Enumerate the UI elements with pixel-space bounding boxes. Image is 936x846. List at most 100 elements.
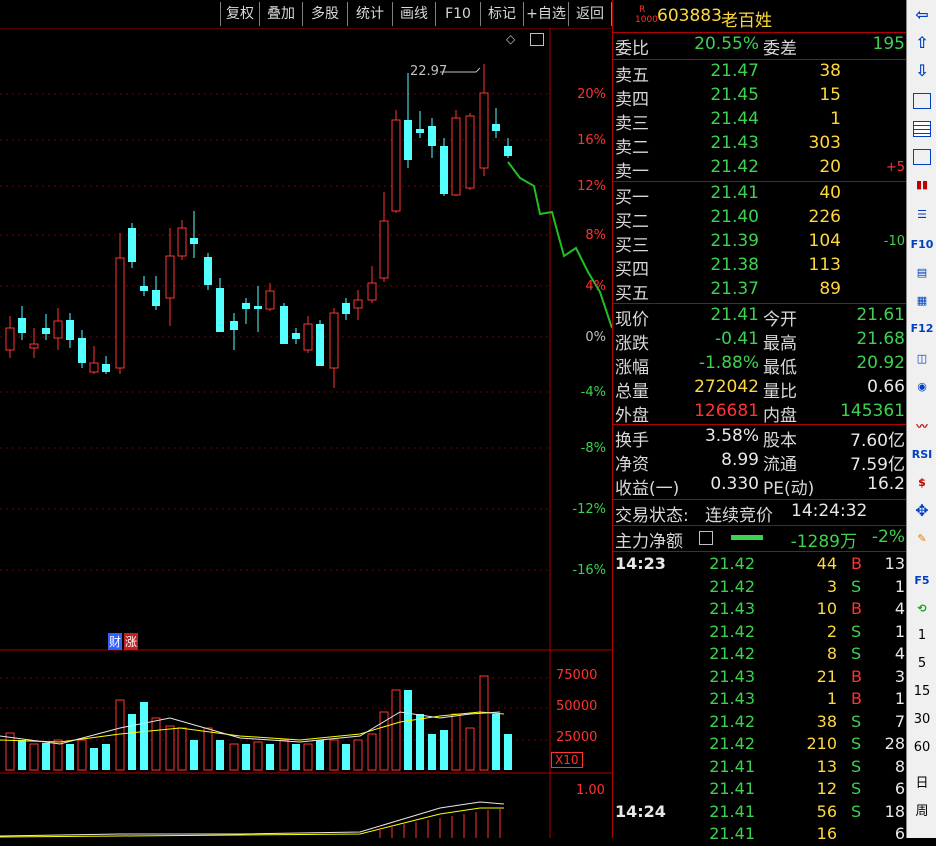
asks-row[interactable]: 卖一 21.42 20 +5 [613,157,907,182]
bids-volume: 226 [808,207,841,227]
back-button[interactable]: 返回 [568,2,612,26]
tick-side: B [851,599,862,618]
dollar-icon[interactable]: $ [910,472,934,494]
asks-volume: 1 [830,109,841,129]
rsi-icon[interactable]: RSI [910,444,934,466]
overlay-button[interactable]: 叠加 [259,2,302,26]
level2-icon[interactable]: ◫ [910,348,934,370]
info-icon[interactable]: ▤ [910,262,934,284]
kline-chart-area[interactable]: ◇ 22.97 20% 16% 12% 8% 4% 0% -4% -8% -12% -16% 财 … [0,28,612,838]
stats-button[interactable]: 统计 [347,2,392,26]
tick-row[interactable]: 21.42 38 S 7 [613,712,907,734]
tick-volume: 210 [806,734,837,753]
asks-label: 卖二 [615,138,649,158]
f5-icon[interactable]: F5 [910,570,934,592]
list-icon[interactable]: ☰ [910,204,934,226]
tick-row[interactable]: 21.41 13 S 8 [613,757,907,779]
bids-price: 21.40 [710,207,759,227]
arrow-up-icon[interactable]: ⇧ [910,32,934,54]
mark-button[interactable]: 标记 [480,2,523,26]
asks-price: 21.47 [710,61,759,81]
tick-row[interactable]: 21.41 16 6 [613,824,907,846]
tick-row[interactable]: 21.43 21 B 3 [613,667,907,689]
tick-price: 21.43 [709,599,755,618]
asks-row[interactable]: 卖三 21.44 1 [613,109,907,134]
f10-side-icon[interactable]: F10 [910,234,934,256]
quote-value-2: 21.68 [856,329,905,349]
market-tag: R [639,5,646,15]
quote-value-1: -1.88% [698,353,759,373]
volume-bar [216,740,224,770]
candle-body [416,129,424,133]
period-0[interactable]: 1 [909,628,935,643]
arrow-down-icon[interactable]: ⇩ [910,60,934,82]
f10-button[interactable]: F10 [435,2,480,26]
asks-row[interactable]: 卖四 21.45 15 [613,85,907,110]
bids-price: 21.37 [710,279,759,299]
volume-bar [428,734,436,770]
asks-label: 卖三 [615,114,649,134]
wave-icon[interactable]: 〰 [910,416,934,438]
period-2[interactable]: 15 [909,684,935,699]
quote-value-1: 272042 [694,377,759,397]
table-icon[interactable] [910,118,934,140]
volume-bar [479,675,489,771]
tick-row[interactable]: 14:23 21.42 44 B 13 [613,554,907,576]
period-6[interactable]: 周 [909,800,935,819]
period-1[interactable]: 5 [909,656,935,671]
quote-row: 现价 21.41 今开 21.61 [613,305,907,330]
kline-icon[interactable] [910,90,934,112]
f12-side-icon[interactable]: F12 [910,318,934,340]
tick-row[interactable]: 14:24 21.41 56 S 18 [613,802,907,824]
tick-row[interactable]: 21.42 210 S 28 [613,734,907,756]
candle-body [479,92,489,169]
move-icon[interactable]: ✥ [910,500,934,522]
fuquan-button[interactable]: 复权 [220,2,259,26]
main-force-menu-icon[interactable] [699,531,713,545]
limit-up-marker[interactable]: 涨 [124,633,139,650]
tick-row[interactable]: 21.42 2 S 1 [613,622,907,644]
volume-bar [465,727,475,771]
refresh-icon[interactable]: ⟲ [910,598,934,620]
add-watchlist-button[interactable]: +自选 [523,2,568,26]
bids-row[interactable]: 买二 21.40 226 [613,207,907,232]
arrow-left-icon[interactable]: ⇦ [910,4,934,26]
tick-volume: 2 [826,621,837,641]
candle-icon[interactable]: ▮▮ [910,174,934,196]
tick-count: 13 [884,554,905,573]
tick-volume: 12 [816,779,837,798]
asks-row[interactable]: 卖二 21.43 303 [613,133,907,158]
diamond-icon[interactable]: ◇ [506,32,515,46]
window-toggle-icon[interactable] [530,33,544,46]
draw-line-button[interactable]: 画线 [392,2,435,26]
tick-price: 21.42 [709,644,755,663]
finance-marker[interactable]: 财 [108,633,123,650]
bids-label: 买五 [615,284,649,304]
tick-side: B [851,666,862,686]
candle-body [316,324,324,366]
period-3[interactable]: 30 [909,712,935,727]
calendar-icon[interactable]: ▦ [910,290,934,312]
tick-row[interactable]: 21.43 1 B 1 [613,689,907,711]
multi-stock-button[interactable]: 多股 [302,2,347,26]
tick-row[interactable]: 21.43 10 B 4 [613,599,907,621]
candle-body [29,343,39,349]
pencil-icon[interactable]: ✎ [910,528,934,550]
asks-row[interactable]: 卖五 21.47 38 [613,61,907,86]
period-4[interactable]: 60 [909,740,935,755]
trend-icon[interactable] [910,146,934,168]
bids-row[interactable]: 买三 21.39 104 -10 [613,231,907,256]
tick-row[interactable]: 21.41 12 S 6 [613,779,907,801]
vol-unit-label: X10 [551,752,583,768]
zoom-icon[interactable]: ◉ [910,376,934,398]
bids-row[interactable]: 买一 21.41 40 [613,183,907,208]
bids-row[interactable]: 买四 21.38 113 [613,255,907,280]
tick-count: 6 [894,779,905,798]
high-price-label: 22.97 [410,64,448,79]
candle-body [18,318,26,333]
tick-row[interactable]: 21.42 8 S 4 [613,644,907,666]
period-5[interactable]: 日 [909,772,935,791]
bids-row[interactable]: 买五 21.37 89 [613,279,907,304]
tick-row[interactable]: 21.42 3 S 1 [613,577,907,599]
volume-bar [279,739,289,771]
